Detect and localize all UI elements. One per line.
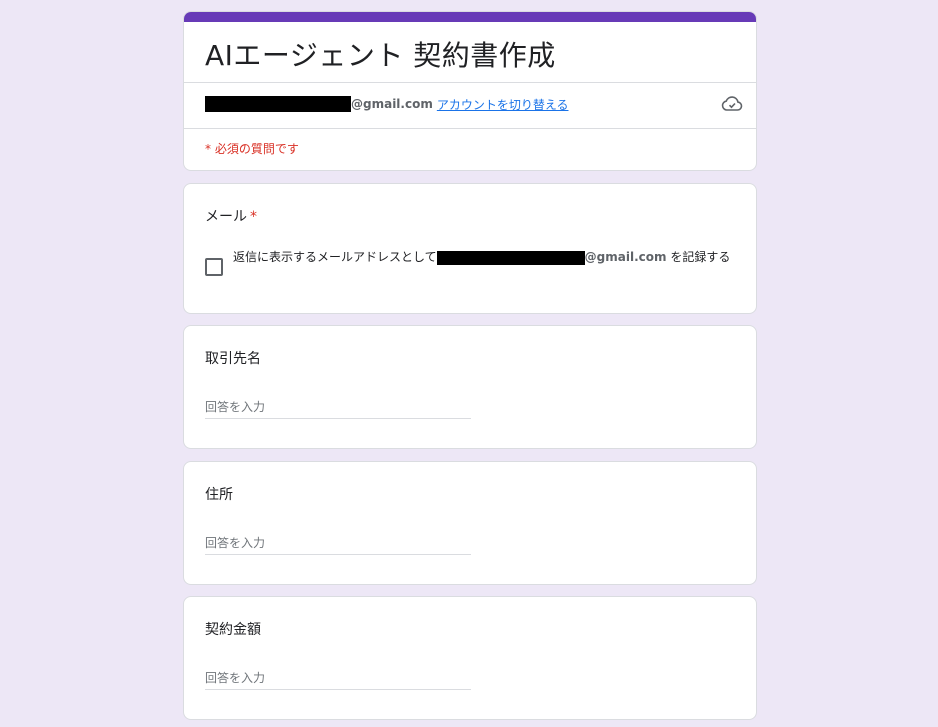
question-address-card: 住所 [183,461,757,585]
account-email-suffix: @gmail.com [351,97,433,111]
required-star: * [250,209,257,225]
question-title-email: メール * [205,206,257,226]
question-title-email-text: メール [205,209,247,225]
account-row: @gmail.com アカウントを切り替える [205,94,736,114]
record-email-label-suffix: を記録する [666,250,731,264]
cloud-check-icon [721,96,743,111]
client-name-input[interactable] [205,396,471,419]
switch-account-link[interactable]: アカウントを切り替える [437,96,569,113]
accent-bar [184,12,756,22]
question-client-card: 取引先名 [183,325,757,449]
form-title: AIエージェント 契約書作成 [205,39,556,72]
contract-amount-input[interactable] [205,667,471,690]
question-title-address: 住所 [205,487,233,503]
question-amount-card: 契約金額 [183,596,757,720]
record-email-label: 返信に表示するメールアドレスとして @gmail.com を記録する [233,249,733,266]
redacted-email [436,250,585,265]
question-title-client: 取引先名 [205,351,261,367]
record-email-checkbox[interactable] [205,258,223,276]
address-input[interactable] [205,532,471,555]
redacted-email [205,96,351,112]
required-note: * 必須の質問です [205,142,299,156]
form-header-card: AIエージェント 契約書作成 @gmail.com アカウントを切り替える * … [183,11,757,171]
question-title-amount: 契約金額 [205,622,261,638]
account-divider [184,128,756,129]
header-divider [184,82,756,83]
question-email-card: メール * 返信に表示するメールアドレスとして @gmail.com を記録する [183,183,757,314]
record-email-suffix: @gmail.com [584,250,667,264]
record-email-label-prefix: 返信に表示するメールアドレスとして [233,250,437,264]
